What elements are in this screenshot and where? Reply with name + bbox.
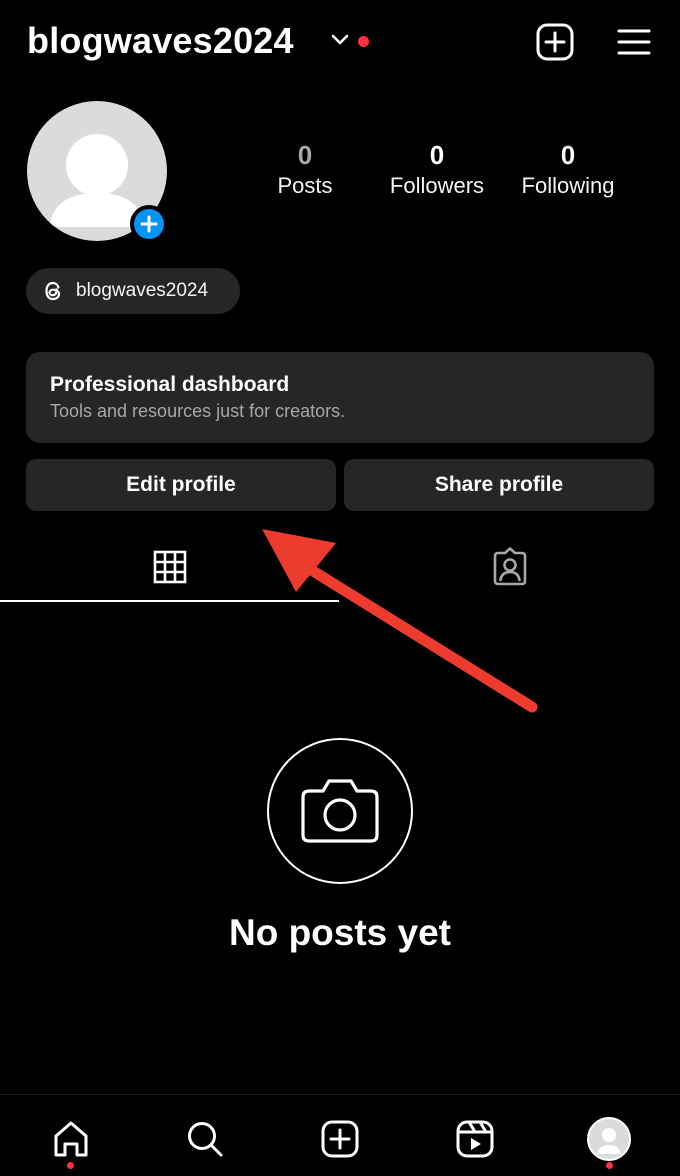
home-notification-dot: [67, 1162, 74, 1169]
grid-icon: [153, 550, 187, 584]
stat-following[interactable]: 0 Following: [510, 140, 626, 202]
plus-icon: [140, 215, 158, 233]
stat-value: 0: [429, 140, 445, 170]
new-post-button[interactable]: [533, 20, 577, 64]
username-switcher[interactable]: blogwaves2024: [27, 20, 294, 62]
threads-handle: blogwaves2024: [76, 280, 209, 301]
stat-value: 0: [297, 140, 313, 170]
search-icon: [188, 1122, 223, 1157]
threads-icon: [45, 281, 61, 301]
add-story-button[interactable]: [130, 205, 168, 243]
active-tab-indicator: [0, 600, 339, 602]
profile-icon: [587, 1117, 631, 1161]
chevron-down-icon[interactable]: [330, 32, 350, 48]
stat-label: Followers: [389, 173, 485, 198]
share-profile-button[interactable]: Share profile: [344, 459, 654, 511]
tab-tagged[interactable]: [340, 532, 680, 602]
tab-posts-grid[interactable]: [0, 532, 340, 602]
stat-posts[interactable]: 0 Posts: [262, 140, 348, 202]
nav-reels[interactable]: [447, 1111, 503, 1167]
edit-profile-button[interactable]: Edit profile: [26, 459, 336, 511]
profile-notification-dot: [606, 1162, 613, 1169]
empty-state-camera: [267, 738, 413, 884]
notification-dot: [358, 36, 369, 47]
stat-value: 0: [560, 140, 576, 170]
nav-search[interactable]: [177, 1111, 233, 1167]
stat-label: Posts: [277, 173, 333, 198]
nav-create[interactable]: [312, 1111, 368, 1167]
empty-state-title: No posts yet: [228, 912, 452, 953]
profile-header: blogwaves2024: [0, 0, 680, 84]
new-post-icon: [536, 23, 574, 61]
dashboard-subtitle: Tools and resources just for creators.: [50, 401, 346, 421]
nav-profile[interactable]: [581, 1111, 637, 1167]
menu-icon: [617, 29, 651, 55]
threads-badge[interactable]: blogwaves2024: [26, 268, 240, 314]
professional-dashboard-card[interactable]: Professional dashboard Tools and resourc…: [26, 352, 654, 443]
home-icon: [54, 1121, 88, 1157]
stat-label: Following: [521, 173, 615, 198]
tagged-icon: [493, 547, 527, 586]
dashboard-title: Professional dashboard: [50, 373, 290, 396]
create-icon: [321, 1120, 359, 1158]
menu-button[interactable]: [612, 20, 656, 64]
stat-followers[interactable]: 0 Followers: [380, 140, 494, 202]
camera-icon: [301, 779, 379, 843]
reels-icon: [456, 1120, 494, 1158]
nav-home[interactable]: [43, 1111, 99, 1167]
bottom-navigation: [0, 1094, 680, 1176]
